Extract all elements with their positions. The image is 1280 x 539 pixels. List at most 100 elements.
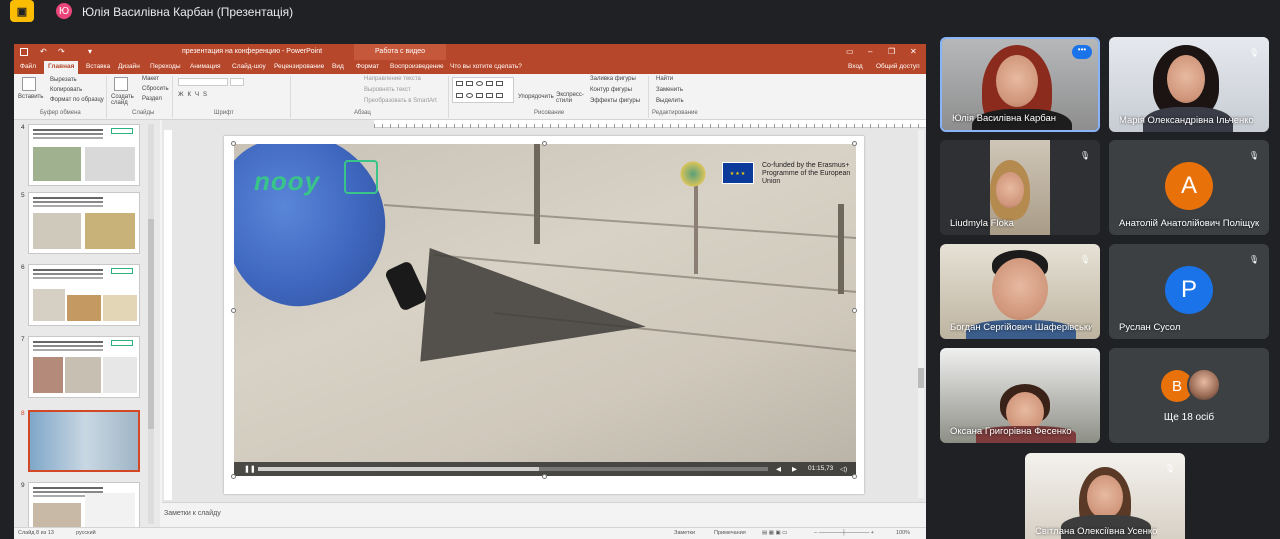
view-buttons[interactable]: ▤ ▦ ▣ ▭ [762,530,787,536]
resize-handle[interactable] [231,308,236,313]
tab-file[interactable]: Файл [20,63,36,70]
participant-tile[interactable]: 🎙︎ Liudmyla Floka [940,140,1100,235]
language-indicator[interactable]: русский [76,530,96,536]
tab-transitions[interactable]: Переходы [150,63,181,70]
layout-button[interactable]: Макет [142,76,159,82]
resize-handle[interactable] [852,141,857,146]
current-slide[interactable]: nooy ★★★ Co-funded by the Erasmus+ Progr… [224,136,864,494]
participant-name: Богдан Сергійович Шаферівський [950,322,1092,333]
thumbnails-scrollbar[interactable] [148,124,154,524]
comments-button[interactable]: Примечания [714,530,746,536]
slide-thumbnail-selected[interactable] [28,410,140,472]
volume-icon[interactable]: ◁) [840,465,847,473]
copy-button[interactable]: Копировать [50,87,82,93]
redo-icon[interactable]: ↷ [58,47,65,56]
divider [648,76,649,118]
participant-tile[interactable]: Р 🎙︎ Руслан Сусол [1109,244,1269,339]
new-slide-icon[interactable] [114,77,128,91]
find-button[interactable]: Найти [656,76,673,82]
slide-thumbnail[interactable] [28,124,140,186]
slide-thumbnail[interactable] [28,264,140,326]
sign-in-link[interactable]: Вход [848,63,863,70]
video-object[interactable]: nooy ★★★ Co-funded by the Erasmus+ Progr… [234,144,856,476]
participant-tile[interactable]: 🎙︎ Світлана Олексіївна Усенко [1025,453,1185,539]
participant-tile[interactable]: Оксана Григорівна Фесенко [940,348,1100,443]
tab-animations[interactable]: Анимация [190,63,221,70]
university-logo-icon [344,160,378,194]
tab-review[interactable]: Рецензирование [274,63,324,70]
smartart-button[interactable]: Преобразовать в SmartArt [364,98,437,104]
participant-tile[interactable]: 🎙︎ Богдан Сергійович Шаферівський [940,244,1100,339]
tab-home[interactable]: Главная [44,61,79,74]
spatula-blade-image [392,247,646,431]
resize-handle[interactable] [231,141,236,146]
new-slide-button[interactable]: Создать слайд [111,94,135,106]
ppt-title-bar: ↶ ↷ ▾ презентация на конференцию - Power… [14,44,926,60]
maximize-icon[interactable]: ❐ [888,47,895,56]
save-icon[interactable] [20,48,28,56]
customize-icon[interactable]: ▾ [88,47,92,56]
participant-tile[interactable]: А 🎙︎ Анатолій Анатолійович Поліщук [1109,140,1269,235]
present-to-all-icon[interactable]: ▣ [10,0,34,22]
quick-styles-button[interactable]: Экспресс-стили [556,92,586,104]
font-name-input[interactable] [178,78,228,86]
participant-name: Світлана Олексіївна Усенко [1035,526,1158,537]
notes-pane[interactable]: Заметки к слайду [162,502,926,526]
undo-icon[interactable]: ↶ [40,47,47,56]
participant-name: Анатолій Анатолійович Поліщук [1119,218,1260,229]
share-button[interactable]: Общий доступ [876,63,920,70]
shape-effects-button[interactable]: Эффекты фигуры [590,98,640,104]
paste-icon[interactable] [22,77,36,91]
resize-handle[interactable] [852,474,857,479]
font-format-icons[interactable]: ЖКЧS [178,92,211,98]
shape-outline-button[interactable]: Контур фигуры [590,87,632,93]
editing-group-label: Редактирование [652,110,698,116]
slide-thumbnail[interactable] [28,336,140,398]
paste-button[interactable]: Вставить [18,94,43,100]
replace-button[interactable]: Заменить [656,87,683,93]
back-icon[interactable]: ◀ [776,465,781,473]
ribbon-display-icon[interactable]: ▭ [846,47,854,56]
participant-tile[interactable]: 🎙︎ Марія Олександрівна Ільченко [1109,37,1269,132]
font-size-input[interactable] [230,78,244,86]
resize-handle[interactable] [542,141,547,146]
more-options-icon[interactable]: ••• [1072,45,1092,59]
tab-insert[interactable]: Вставка [86,63,110,70]
drawing-group-label: Рисование [534,110,565,116]
notes-placeholder: Заметки к слайду [164,510,221,517]
pause-icon[interactable]: ❚❚ [244,465,256,473]
format-painter-button[interactable]: Формат по образцу [50,97,104,103]
tab-format[interactable]: Формат [356,63,379,70]
resize-handle[interactable] [852,308,857,313]
align-text-button[interactable]: Выровнять текст [364,87,411,93]
tab-design[interactable]: Дизайн [118,63,140,70]
section-button[interactable]: Раздел [142,96,162,102]
resize-handle[interactable] [542,474,547,479]
emblem-icon [678,160,708,188]
tell-me-box[interactable]: Что вы хотите сделать? [450,63,522,70]
resize-handle[interactable] [231,474,236,479]
video-progress-track[interactable] [258,467,768,471]
more-participants-tile[interactable]: В Ще 18 осіб [1109,348,1269,443]
arrange-button[interactable]: Упорядочить [518,94,554,100]
close-icon[interactable]: ✕ [910,47,917,56]
shapes-gallery[interactable] [452,77,514,103]
reset-button[interactable]: Сбросить [142,86,169,92]
zoom-slider[interactable]: – ──────┼────── + [814,530,874,536]
shape-fill-button[interactable]: Заливка фигуры [590,76,636,82]
text-direction-button[interactable]: Направление текста [364,76,421,82]
cut-button[interactable]: Вырезать [50,77,77,83]
notes-button[interactable]: Заметки [674,530,695,536]
editing-scrollbar[interactable] [918,130,924,498]
tab-slideshow[interactable]: Слайд-шоу [232,63,266,70]
select-button[interactable]: Выделить [656,98,684,104]
participant-tile[interactable]: ••• Юлія Василівна Карбан [940,37,1100,132]
tab-playback[interactable]: Воспроизведение [390,63,444,70]
meet-window: ▣ Ю Юлія Василівна Карбан (Презентація) … [0,0,1280,539]
tab-view[interactable]: Вид [332,63,344,70]
horizontal-ruler [374,120,926,128]
minimize-icon[interactable]: – [868,47,872,56]
slide-thumbnail[interactable] [28,192,140,254]
zoom-level[interactable]: 100% [896,530,910,536]
forward-icon[interactable]: ▶ [792,465,797,473]
